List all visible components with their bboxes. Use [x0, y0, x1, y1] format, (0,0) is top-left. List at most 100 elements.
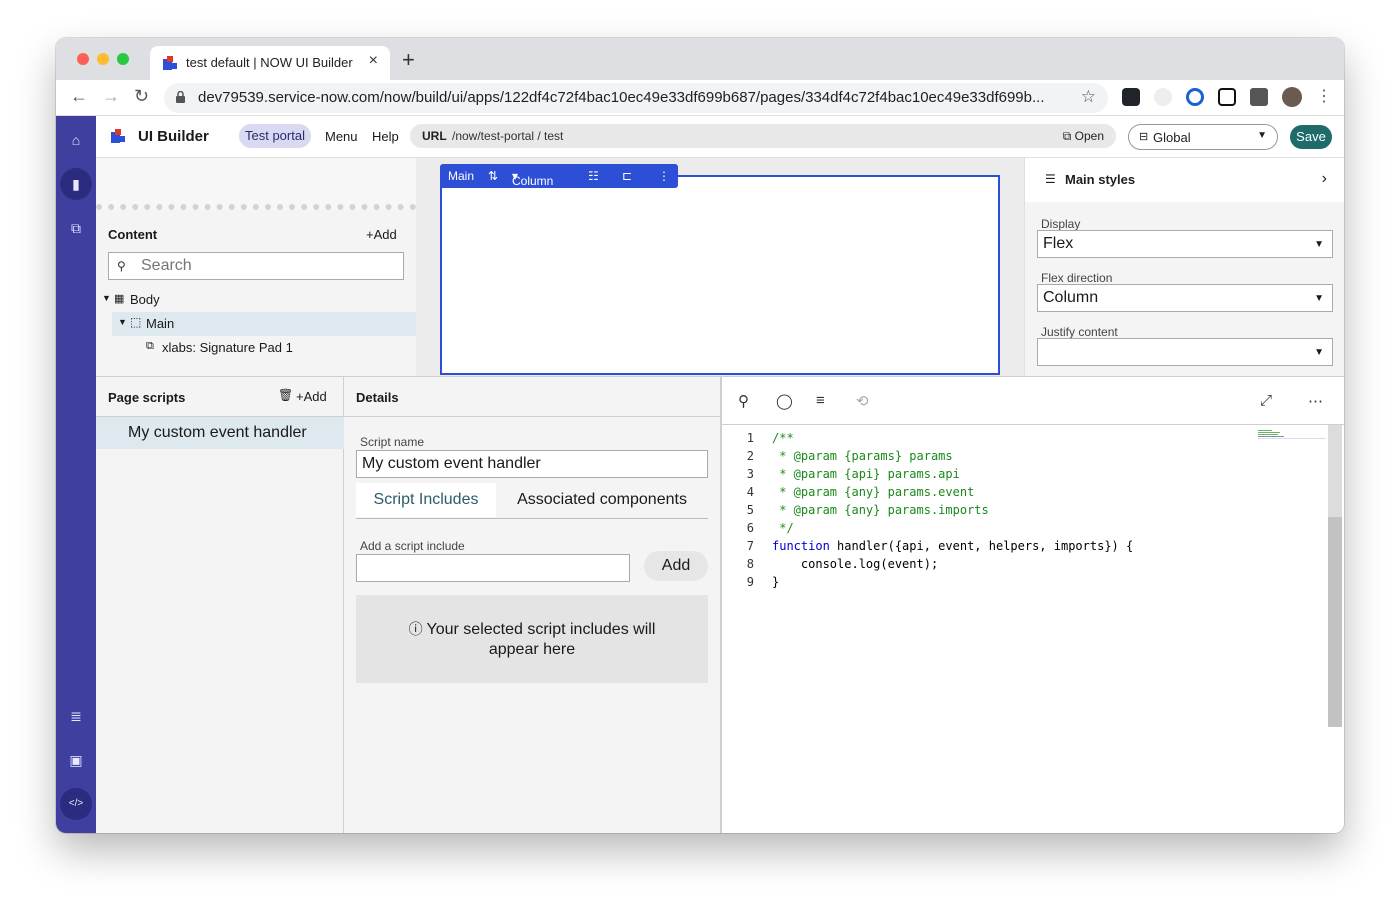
- browser-tab[interactable]: test default | NOW UI Builder ×: [150, 46, 390, 80]
- browser-menu-icon[interactable]: ⋮: [1316, 86, 1332, 106]
- styles-panel: ☰ Main styles › Display Flex ▼ Flex dire…: [1024, 158, 1344, 376]
- page-icon[interactable]: ▮: [68, 176, 84, 192]
- details-panel: Details Script name My custom event hand…: [344, 377, 722, 833]
- client-states-icon[interactable]: ▣: [68, 752, 84, 768]
- expand-icon[interactable]: ⤢: [1260, 392, 1272, 409]
- back-icon[interactable]: ←: [70, 86, 88, 107]
- adjust-icon[interactable]: ☷: [588, 169, 599, 183]
- page-scripts-panel: Page scripts 🗑 +Add My custom event hand…: [96, 377, 344, 833]
- tab-script-includes[interactable]: Script Includes: [356, 483, 496, 517]
- servicenow-favicon-icon: [163, 56, 177, 70]
- tab-associated-components[interactable]: Associated components: [496, 483, 708, 517]
- code-line: * @param {params} params: [772, 449, 953, 463]
- flex-direction-select[interactable]: Column ▼: [1037, 284, 1333, 312]
- code-line: function handler({api, event, helpers, i…: [772, 539, 1134, 553]
- editor-scrollbar-thumb[interactable]: [1328, 425, 1342, 517]
- empty-message: ⓘ Your selected script includes will app…: [408, 621, 656, 658]
- empty-state: ⓘ Your selected script includes will app…: [356, 595, 708, 683]
- trash-icon[interactable]: 🗑: [278, 388, 293, 402]
- code-line: console.log(event);: [772, 557, 939, 571]
- format-icon[interactable]: ≡: [816, 392, 825, 409]
- save-button[interactable]: Save: [1290, 125, 1332, 149]
- chevron-down-icon: ▼: [1314, 239, 1324, 250]
- code-line: * @param {api} params.api: [772, 467, 960, 481]
- comment-icon[interactable]: ◯: [776, 392, 793, 410]
- minimize-window-button[interactable]: [97, 53, 109, 65]
- notion-icon[interactable]: [1218, 88, 1236, 106]
- left-nav-rail: ⌂ ▮ ⧉ ≣ ▣ </>: [56, 116, 96, 833]
- tree-item-main[interactable]: ▼ ⬚ Main: [112, 312, 416, 336]
- container-icon: ⬚: [130, 315, 142, 329]
- open-link[interactable]: ⧉ Open: [1063, 129, 1104, 144]
- script-name-label: Script name: [360, 435, 425, 449]
- close-tab-icon[interactable]: ×: [369, 52, 378, 70]
- menu-link[interactable]: Menu: [325, 129, 358, 144]
- add-include-label: Add a script include: [360, 539, 465, 553]
- main-container-frame[interactable]: [440, 175, 1000, 375]
- styles-header[interactable]: ☰ Main styles ›: [1025, 158, 1344, 202]
- tree-item-label: Body: [130, 292, 160, 307]
- new-tab-icon[interactable]: +: [402, 47, 415, 73]
- maximize-window-button[interactable]: [117, 53, 129, 65]
- container-toolbar: Main ⇅ Column ▾ ☷ ⊏ ⋮: [440, 164, 678, 188]
- scope-picker[interactable]: ⊟ Global ▼: [1128, 124, 1278, 150]
- profile-avatar[interactable]: [1282, 87, 1302, 107]
- container-name[interactable]: Main: [448, 169, 474, 183]
- details-header: Details: [344, 377, 722, 417]
- lock-icon: [176, 91, 185, 103]
- add-script-button[interactable]: +Add: [296, 389, 327, 404]
- forward-icon[interactable]: →: [102, 86, 120, 107]
- component-icon: ⧉: [146, 340, 154, 352]
- page-scripts-title: Page scripts: [108, 390, 186, 405]
- sliders-icon: ☰: [1045, 172, 1056, 186]
- content-panel: Content +Add ⚲ ▼ ▦ Body ▼ ⬚ Main ⧉ xlabs…: [96, 158, 416, 376]
- password-manager-icon[interactable]: [1186, 88, 1204, 106]
- components-icon[interactable]: ⧉: [68, 220, 84, 236]
- more-icon[interactable]: ⋯: [1308, 392, 1323, 410]
- tree-item-signature-pad[interactable]: ⧉ xlabs: Signature Pad 1: [96, 336, 416, 360]
- code-area[interactable]: /** * @param {params} params * @param {a…: [722, 425, 1326, 833]
- display-select[interactable]: Flex ▼: [1037, 230, 1333, 258]
- bookmark-star-icon[interactable]: ☆: [1081, 87, 1096, 107]
- tabs-divider: [356, 518, 708, 519]
- close-window-button[interactable]: [77, 53, 89, 65]
- sort-icon[interactable]: ⇅: [488, 169, 498, 183]
- layout-icon: ▦: [114, 293, 125, 305]
- extensions-puzzle-icon[interactable]: [1250, 88, 1268, 106]
- address-bar[interactable]: dev79539.service-now.com/now/build/ui/ap…: [164, 83, 1108, 113]
- flex-direction-value: Column: [1043, 289, 1099, 306]
- data-resources-icon[interactable]: ≣: [68, 708, 84, 724]
- history-icon[interactable]: ⟲: [856, 392, 869, 410]
- add-include-button[interactable]: Add: [644, 551, 708, 581]
- search-icon[interactable]: ⚲: [738, 392, 749, 410]
- url-label: URL: [422, 129, 447, 143]
- panel-spacer: [96, 158, 416, 210]
- display-label: Display: [1041, 217, 1081, 231]
- code-line: * @param {any} params.imports: [772, 503, 989, 517]
- hierarchy-icon[interactable]: ⊏: [622, 169, 632, 183]
- help-link[interactable]: Help: [372, 129, 399, 144]
- scripts-workspace: Page scripts 🗑 +Add My custom event hand…: [96, 376, 1344, 833]
- reload-icon[interactable]: ↻: [134, 86, 149, 107]
- chevron-down-icon: ▼: [1314, 293, 1324, 304]
- tree-item-body[interactable]: ▼ ▦ Body: [96, 288, 416, 312]
- experience-pill[interactable]: Test portal: [239, 124, 311, 148]
- browser-nav-bar: ← → ↻ dev79539.service-now.com/now/build…: [56, 80, 1344, 116]
- chevron-down-icon: ▼: [1257, 130, 1267, 141]
- chevron-right-icon[interactable]: ›: [1322, 170, 1327, 188]
- code-icon[interactable]: </>: [68, 796, 84, 812]
- search-input[interactable]: [141, 256, 391, 276]
- home-icon[interactable]: ⌂: [68, 132, 84, 148]
- react-devtools-icon[interactable]: [1122, 88, 1140, 106]
- justify-content-select[interactable]: ▼: [1037, 338, 1333, 366]
- extension-icon[interactable]: [1154, 88, 1172, 106]
- external-link-icon: ⧉: [1062, 129, 1075, 143]
- info-icon: ⓘ: [408, 621, 427, 637]
- layout-direction[interactable]: Column ▾: [512, 169, 553, 188]
- script-list-item[interactable]: My custom event handler: [96, 417, 344, 449]
- script-include-input[interactable]: [356, 554, 630, 582]
- add-content-button[interactable]: +Add: [366, 227, 397, 242]
- script-name-field[interactable]: My custom event handler: [356, 450, 708, 478]
- page-canvas: Main ⇅ Column ▾ ☷ ⊏ ⋮: [416, 158, 1024, 376]
- more-options-icon[interactable]: ⋮: [658, 169, 670, 183]
